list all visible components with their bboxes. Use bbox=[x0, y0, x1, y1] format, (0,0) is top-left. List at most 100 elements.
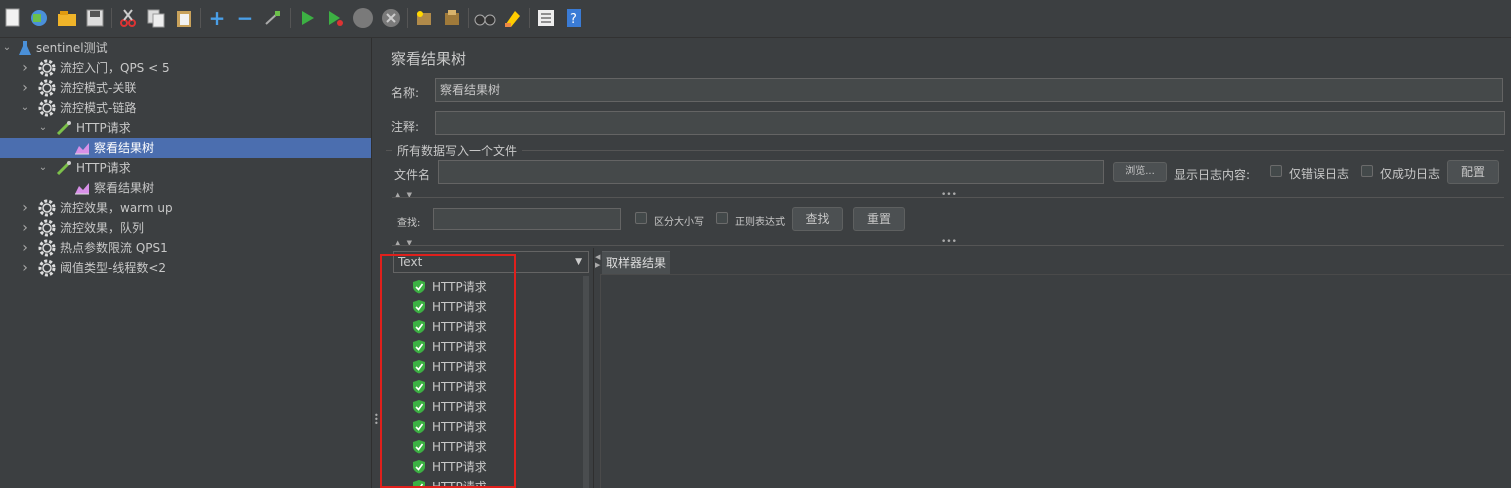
search-icon[interactable] bbox=[474, 6, 496, 30]
gear-icon bbox=[38, 79, 56, 97]
log-content-label: 显示日志内容: bbox=[1174, 168, 1251, 182]
chevron-down-icon: ▼ bbox=[575, 257, 582, 267]
paste-icon[interactable] bbox=[173, 6, 195, 30]
tree-node-label: 流控模式-关联 bbox=[60, 81, 137, 95]
tree-node-label: 流控效果，队列 bbox=[60, 221, 145, 235]
tree-node[interactable]: ⌄ 流控模式-链路 bbox=[0, 98, 136, 118]
clear-icon[interactable] bbox=[413, 6, 435, 30]
function-helper-icon[interactable] bbox=[535, 6, 557, 30]
tree-node-label: HTTP请求 bbox=[76, 161, 131, 175]
success-only-label: 仅成功日志 bbox=[1380, 167, 1441, 181]
tree-node-label: 阈值类型-线程数<2 bbox=[60, 261, 167, 275]
errors-only-checkbox[interactable] bbox=[1270, 165, 1282, 177]
tree-node[interactable]: › 热点参数限流 QPS1 bbox=[0, 238, 168, 258]
new-icon[interactable] bbox=[2, 6, 24, 30]
chevron-right-icon[interactable]: › bbox=[20, 58, 30, 78]
name-label: 名称: bbox=[391, 86, 420, 100]
splitter-grip-icon[interactable]: • • • bbox=[374, 412, 379, 428]
filename-label-text: 文件名 bbox=[394, 168, 431, 182]
tree-node[interactable]: 察看结果树 bbox=[0, 138, 371, 158]
case-sensitive-label: 区分大小写 bbox=[654, 217, 704, 228]
tree-node[interactable]: › 流控入门，QPS < 5 bbox=[0, 58, 170, 78]
chevron-right-icon[interactable]: › bbox=[20, 218, 30, 238]
page-title: 察看结果树 bbox=[391, 50, 467, 68]
tree-node[interactable]: › 流控效果，队列 bbox=[0, 218, 144, 238]
start-icon[interactable] bbox=[296, 6, 318, 30]
save-icon[interactable] bbox=[84, 6, 106, 30]
filename-input[interactable] bbox=[438, 160, 1104, 184]
results-scrollbar[interactable] bbox=[583, 276, 589, 488]
tab-sampler-result[interactable]: 取样器结果 bbox=[602, 251, 671, 274]
comment-field[interactable] bbox=[435, 111, 1505, 135]
tree-node-label: 流控效果，warm up bbox=[60, 201, 173, 215]
success-only-checkbox[interactable] bbox=[1361, 165, 1373, 177]
tree-node[interactable]: ⌄ HTTP请求 bbox=[0, 158, 131, 178]
tree-node[interactable]: › 流控模式-关联 bbox=[0, 78, 136, 98]
svg-text:?: ? bbox=[570, 12, 577, 27]
tree-node-label: sentinel测试 bbox=[36, 41, 108, 55]
tree-node-label: 流控模式-链路 bbox=[60, 101, 137, 115]
toolbar: + − ? bbox=[0, 0, 1511, 38]
tree-node-label: 热点参数限流 QPS1 bbox=[60, 241, 168, 255]
file-section-title: 所有数据写入一个文件 bbox=[397, 144, 518, 158]
clear-all-icon[interactable] bbox=[441, 6, 463, 30]
view-results-tree-panel: 察看结果树 名称: 察看结果树 注释: 所有数据写入一个文件 文件名 浏览...… bbox=[380, 38, 1511, 488]
comment-label: 注释: bbox=[391, 120, 420, 134]
chevron-right-icon[interactable]: › bbox=[20, 78, 30, 98]
sampler-result-content bbox=[600, 275, 1511, 488]
flask-icon bbox=[18, 40, 32, 56]
tree-node[interactable]: › 流控效果，warm up bbox=[0, 198, 173, 218]
tree-node[interactable]: 察看结果树 bbox=[0, 178, 154, 198]
chart-icon bbox=[74, 181, 90, 195]
regex-checkbox[interactable] bbox=[716, 212, 728, 224]
chevron-down-icon[interactable]: ⌄ bbox=[38, 118, 48, 138]
shutdown-icon[interactable] bbox=[380, 6, 402, 30]
pipette-icon bbox=[56, 160, 72, 176]
gear-icon bbox=[38, 99, 56, 117]
open-icon[interactable] bbox=[56, 6, 78, 30]
find-button[interactable]: 查找 bbox=[792, 207, 843, 231]
tree-node-label: 流控入门，QPS < 5 bbox=[60, 61, 170, 75]
chevron-down-icon[interactable]: ⌄ bbox=[38, 158, 48, 178]
chevron-right-icon[interactable]: › bbox=[20, 238, 30, 258]
test-plan-tree: ⌄ sentinel测试 › 流控入门，QPS < 5 › 流控模式-关联 ⌄ 流控模式-链路… bbox=[0, 38, 371, 488]
collapse-icon[interactable]: − bbox=[234, 6, 256, 30]
gear-icon bbox=[38, 219, 56, 237]
help-icon[interactable]: ? bbox=[563, 6, 585, 30]
tree-node[interactable]: › 阈值类型-线程数<2 bbox=[0, 258, 166, 278]
tree-node-label: HTTP请求 bbox=[76, 121, 131, 135]
regex-label: 正则表达式 bbox=[735, 217, 785, 228]
tree-node-label: 察看结果树 bbox=[94, 141, 155, 155]
stop-icon[interactable] bbox=[352, 6, 374, 30]
gear-icon bbox=[38, 59, 56, 77]
tree-node[interactable]: ⌄ HTTP请求 bbox=[0, 118, 131, 138]
name-field[interactable]: 察看结果树 bbox=[435, 78, 1503, 102]
templates-icon[interactable] bbox=[28, 6, 50, 30]
chevron-down-icon[interactable]: ⌄ bbox=[20, 98, 30, 118]
errors-only-label: 仅错误日志 bbox=[1289, 167, 1350, 181]
splitter-arrows-icon: ◀ ▶ bbox=[595, 253, 601, 269]
tree-node-label: 察看结果树 bbox=[94, 181, 155, 195]
search-label: 查找: bbox=[397, 218, 421, 229]
cut-icon[interactable] bbox=[117, 6, 139, 30]
highlight-box bbox=[380, 254, 516, 488]
gear-icon bbox=[38, 259, 56, 277]
browse-button[interactable]: 浏览... bbox=[1113, 162, 1167, 182]
reset-search-icon[interactable] bbox=[502, 6, 524, 30]
search-input[interactable] bbox=[433, 208, 621, 230]
chevron-down-icon[interactable]: ⌄ bbox=[2, 38, 12, 58]
tree-node[interactable]: ⌄ sentinel测试 bbox=[0, 38, 108, 58]
case-sensitive-checkbox[interactable] bbox=[635, 212, 647, 224]
pipette-icon bbox=[56, 120, 72, 136]
configure-button[interactable]: 配置 bbox=[1447, 160, 1499, 184]
expand-icon[interactable]: + bbox=[206, 6, 228, 30]
chevron-right-icon[interactable]: › bbox=[20, 258, 30, 278]
copy-icon[interactable] bbox=[145, 6, 167, 30]
chevron-right-icon[interactable]: › bbox=[20, 198, 30, 218]
toggle-icon[interactable] bbox=[262, 6, 284, 30]
divider-grip-icon[interactable]: ••• bbox=[941, 190, 957, 200]
gear-icon bbox=[38, 239, 56, 257]
reset-button[interactable]: 重置 bbox=[853, 207, 905, 231]
gear-icon bbox=[38, 199, 56, 217]
start-no-pause-icon[interactable] bbox=[324, 6, 346, 30]
